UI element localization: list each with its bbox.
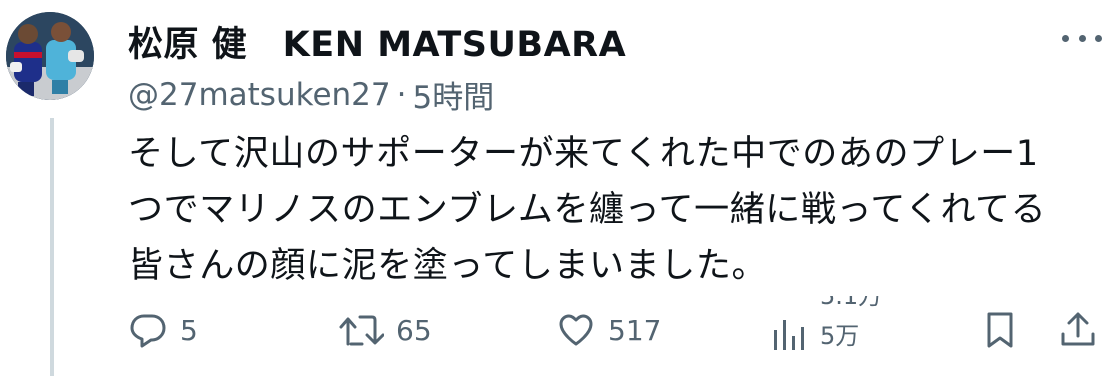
tweet-text-line: つでマリノスのエンブレムを纏って一緒に戦ってくれてる <box>128 190 1047 230</box>
like-count: 517 <box>608 313 662 347</box>
views-button[interactable]: 5.1万 5万 <box>770 296 890 376</box>
tweet-meta: @27matsuken27 · 5時間 <box>128 72 494 117</box>
heart-icon <box>559 314 593 346</box>
views-count: 5.1万 5万 <box>820 296 882 356</box>
timestamp[interactable]: 5時間 <box>412 72 494 117</box>
reply-icon <box>130 314 166 348</box>
avatar-photo <box>6 12 94 100</box>
avatar[interactable] <box>6 12 94 100</box>
meta-separator: · <box>396 76 407 113</box>
reply-count: 5 <box>180 313 198 347</box>
share-icon <box>1061 312 1095 346</box>
tweet-text-line: そして沢山のサポーターが来てくれた中でのあのプレー1 <box>128 134 1039 174</box>
views-count-new: 5万 <box>820 322 860 350</box>
tweet-text-line: 皆さんの顔に泥を塗ってしまいました。 <box>128 246 768 286</box>
tweet-header: 松原 健 KEN MATSUBARA <box>128 16 626 66</box>
views-chart-icon <box>774 320 804 350</box>
retweet-icon <box>339 315 384 346</box>
retweet-count: 65 <box>396 313 432 347</box>
bookmark-button[interactable] <box>980 310 1020 350</box>
share-button[interactable] <box>1058 310 1098 350</box>
tweet-text: そして沢山のサポーターが来てくれた中でのあのプレー1 つでマリノスのエンブレムを… <box>128 126 1108 294</box>
action-bar: 5 65 517 5.1万 5万 <box>0 296 1112 376</box>
dot <box>1095 34 1102 42</box>
more-options-icon[interactable] <box>1062 30 1102 46</box>
like-button[interactable]: 517 <box>556 310 661 350</box>
reply-button[interactable]: 5 <box>128 310 198 350</box>
retweet-button[interactable]: 65 <box>338 310 432 350</box>
bookmark-icon <box>987 312 1013 348</box>
user-handle[interactable]: @27matsuken27 <box>128 77 391 113</box>
display-name[interactable]: 松原 健 KEN MATSUBARA <box>128 16 626 67</box>
views-count-old: 5.1万 <box>820 296 883 310</box>
dot <box>1062 34 1069 42</box>
dot <box>1078 34 1086 42</box>
